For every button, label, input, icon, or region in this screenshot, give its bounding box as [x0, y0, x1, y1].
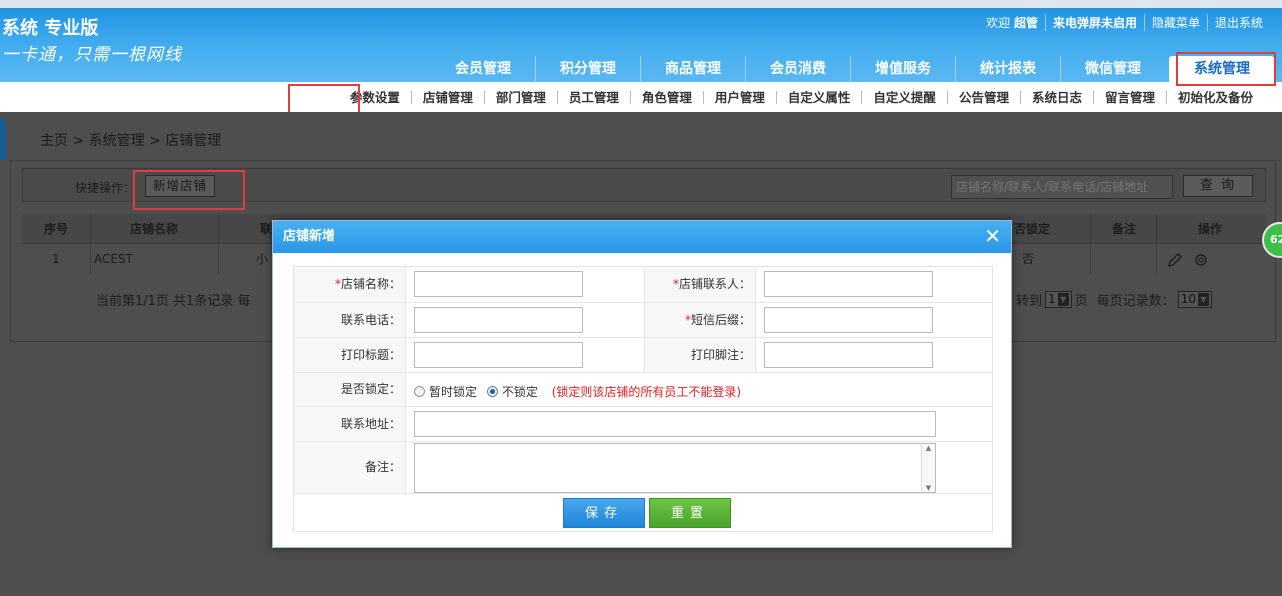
row-seq: 1 [52, 252, 60, 266]
top-border [0, 0, 1282, 8]
main-nav-system[interactable]: 系统管理 [1169, 56, 1274, 82]
sms-suffix-label: *短信后缀： [644, 303, 756, 337]
row-store-name: ACEST [94, 252, 133, 266]
main-nav-points[interactable]: 积分管理 [535, 56, 640, 82]
per-page-label: 每页记录数： [1096, 294, 1175, 309]
row-locked: 否 [1022, 252, 1035, 266]
current-user[interactable]: 超管 [1014, 16, 1038, 30]
page-select[interactable]: 1 ▼ [1045, 291, 1072, 308]
save-button[interactable]: 保存 [563, 498, 645, 528]
lock-hint: (锁定则该店铺的所有员工不能登录) [551, 385, 742, 399]
scroll-down-icon[interactable]: ▼ [922, 484, 935, 492]
store-name-label: *店铺名称： [294, 267, 406, 302]
sub-nav-messages[interactable]: 留言管理 [1092, 90, 1166, 104]
lock-label: 是否锁定： [294, 373, 406, 406]
store-search-input[interactable] [951, 175, 1173, 199]
add-store-button[interactable]: 新增店铺 [145, 175, 215, 197]
store-form: *店铺名称： *店铺联系人： 联系电话： *短信后缀： 打印标题： 打印脚注： … [293, 266, 993, 532]
lock-options: 暂时锁定 不锁定 (锁定则该店铺的所有员工不能登录) [414, 383, 741, 400]
print-title-label: 打印标题： [294, 338, 406, 372]
remark-label: 备注： [294, 442, 406, 493]
print-footer-field[interactable] [764, 342, 933, 368]
left-accent-stripe [0, 118, 6, 160]
sub-nav-announcements[interactable]: 公告管理 [946, 90, 1020, 104]
dialog-title-bar: 店铺新增 ✕ [273, 221, 1011, 253]
address-field[interactable] [414, 411, 936, 437]
main-nav-consume[interactable]: 会员消费 [745, 56, 850, 82]
sub-nav-roles[interactable]: 角色管理 [629, 90, 703, 104]
quick-action-bar: 快捷操作： 新增店铺 查 询 [22, 168, 1266, 202]
form-row-address: 联系地址： [294, 407, 992, 442]
sub-nav-custom-reminders[interactable]: 自定义提醒 [861, 90, 947, 104]
sub-nav-departments[interactable]: 部门管理 [483, 90, 557, 104]
main-nav: 会员管理 积分管理 商品管理 会员消费 增值服务 统计报表 微信管理 系统管理 [431, 56, 1274, 82]
print-title-field[interactable] [414, 342, 583, 368]
sub-nav-custom-attrs[interactable]: 自定义属性 [775, 90, 862, 104]
pager-controls: 转到 1 ▼ 页 每页记录数： 10 ▼ [1016, 290, 1212, 309]
col-seq: 序号 [44, 222, 69, 236]
dropdown-arrow-icon: ▼ [1057, 293, 1069, 306]
store-contact-label: *店铺联系人： [644, 267, 756, 302]
textarea-scrollbar[interactable]: ▲ ▼ [921, 444, 935, 492]
phone-label: 联系电话： [294, 303, 406, 337]
row-contact: 小 [256, 252, 269, 266]
col-contact: 联 [260, 222, 273, 236]
logout-link[interactable]: 退出系统 [1206, 14, 1270, 31]
col-actions: 操作 [1198, 222, 1223, 236]
sub-nav-params[interactable]: 参数设置 [339, 91, 411, 104]
scroll-up-icon[interactable]: ▲ [922, 444, 935, 452]
pager-page-suffix: 页 [1074, 294, 1088, 309]
form-row-phone: 联系电话： *短信后缀： [294, 303, 992, 338]
user-bar: 欢迎 超管 来电弹屏未启用 隐藏菜单 退出系统 [979, 14, 1270, 31]
main-nav-goods[interactable]: 商品管理 [640, 56, 745, 82]
main-nav-member[interactable]: 会员管理 [431, 56, 535, 82]
store-name-field[interactable] [414, 271, 583, 297]
close-icon[interactable]: ✕ [984, 225, 1001, 247]
form-row-lock: 是否锁定： 暂时锁定 不锁定 (锁定则该店铺的所有员工不能登录) [294, 373, 992, 407]
form-row-remark: 备注： ▲ ▼ [294, 442, 992, 494]
form-row-print: 打印标题： 打印脚注： [294, 338, 992, 373]
sms-suffix-field[interactable] [764, 307, 933, 333]
reset-button[interactable]: 重置 [649, 498, 731, 528]
brand-title: 系统 专业版 [2, 18, 99, 39]
welcome-text: 欢迎 超管 [986, 16, 1038, 30]
sub-nav-init-backup[interactable]: 初始化及备份 [1165, 90, 1264, 104]
per-page-select[interactable]: 10 ▼ [1177, 291, 1212, 308]
sub-nav-employees[interactable]: 员工管理 [556, 90, 630, 104]
radio-checked-icon[interactable] [486, 386, 498, 397]
row-settings-icon[interactable] [1192, 244, 1210, 274]
col-locked: 否锁定 [1014, 222, 1051, 236]
main-nav-value-added[interactable]: 增值服务 [850, 56, 955, 82]
dialog-title: 店铺新增 [283, 229, 336, 244]
row-edit-icon[interactable] [1166, 244, 1184, 274]
phone-field[interactable] [414, 307, 583, 333]
brand-slogan: 一卡通，只需一根网线 [2, 45, 182, 65]
add-store-dialog: 店铺新增 ✕ *店铺名称： *店铺联系人： 联系电话： *短信后缀： 打印标题：… [272, 220, 1012, 548]
caller-popup-link[interactable]: 来电弹屏未启用 [1044, 14, 1144, 31]
col-remark: 备注 [1112, 222, 1137, 236]
sub-nav-users[interactable]: 用户管理 [702, 90, 776, 104]
sub-nav-stores[interactable]: 店铺管理 [410, 90, 484, 104]
sub-nav: 参数设置 店铺管理 部门管理 员工管理 角色管理 用户管理 自定义属性 自定义提… [0, 82, 1282, 112]
pager-goto-label: 转到 [1016, 294, 1043, 309]
col-store-name: 店铺名称 [130, 222, 179, 236]
dropdown-arrow-icon: ▼ [1197, 293, 1209, 306]
quick-action-label: 快捷操作： [75, 181, 136, 195]
address-label: 联系地址： [294, 407, 406, 441]
pager-summary: 当前第1/1页 共1条记录 每 [96, 294, 251, 309]
lock-temp-radio[interactable]: 暂时锁定 [414, 385, 477, 399]
radio-icon[interactable] [414, 386, 425, 397]
store-contact-field[interactable] [764, 271, 933, 297]
main-nav-reports[interactable]: 统计报表 [955, 56, 1060, 82]
main-nav-wechat[interactable]: 微信管理 [1060, 56, 1165, 82]
search-button[interactable]: 查 询 [1183, 175, 1253, 197]
sub-nav-system-log[interactable]: 系统日志 [1019, 90, 1093, 104]
remark-textarea[interactable]: ▲ ▼ [414, 443, 936, 493]
app-header: 系统 专业版 一卡通，只需一根网线 欢迎 超管 来电弹屏未启用 隐藏菜单 退出系… [0, 0, 1282, 82]
form-row-name: *店铺名称： *店铺联系人： [294, 267, 992, 303]
hide-menu-link[interactable]: 隐藏菜单 [1143, 14, 1207, 31]
print-footer-label: 打印脚注： [644, 338, 756, 372]
lock-none-radio[interactable]: 不锁定 [486, 385, 538, 399]
breadcrumb: 主页 > 系统管理 > 店铺管理 [40, 133, 222, 149]
